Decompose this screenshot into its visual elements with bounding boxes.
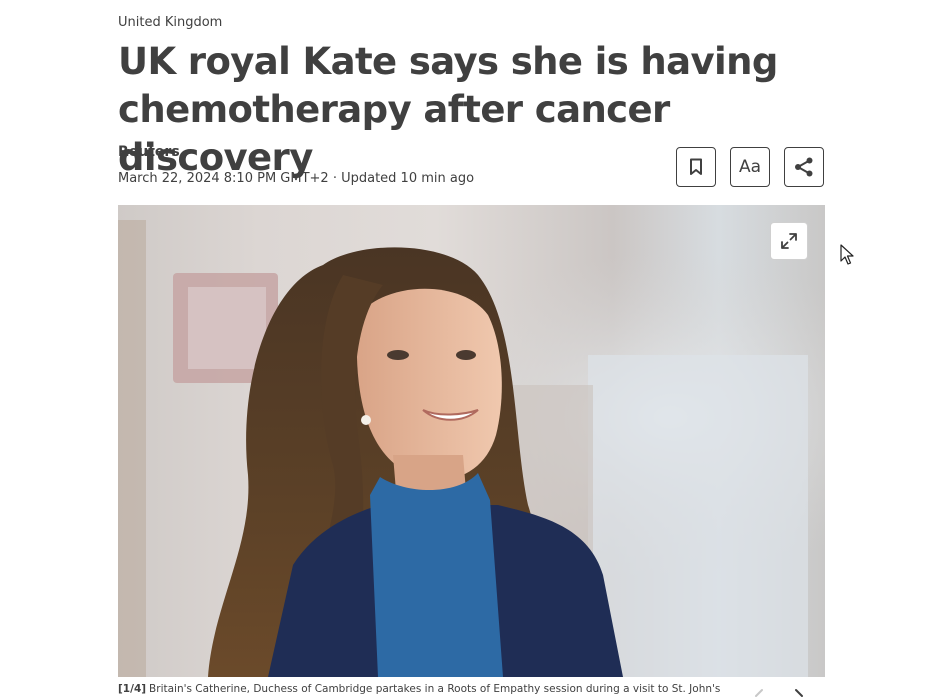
article-page: United Kingdom UK royal Kate says she is… bbox=[0, 0, 945, 698]
share-button[interactable] bbox=[784, 147, 824, 187]
photo-caption: [1/4] Britain's Catherine, Duchess of Cam… bbox=[118, 683, 738, 695]
expand-photo-button[interactable] bbox=[770, 222, 808, 260]
share-icon bbox=[795, 157, 813, 177]
font-size-button[interactable]: Aa bbox=[730, 147, 770, 187]
article-photo[interactable] bbox=[118, 205, 825, 677]
bookmark-button[interactable] bbox=[676, 147, 716, 187]
font-size-label: Aa bbox=[738, 157, 762, 177]
chevron-left-icon[interactable] bbox=[752, 688, 766, 698]
photo-navigation bbox=[752, 688, 812, 698]
chevron-right-icon[interactable] bbox=[792, 688, 806, 698]
photo-illustration bbox=[118, 205, 825, 677]
mouse-cursor-icon bbox=[840, 244, 854, 265]
section-link[interactable]: United Kingdom bbox=[118, 15, 222, 30]
caption-text: Britain's Catherine, Duchess of Cambridg… bbox=[149, 683, 721, 695]
publish-date: March 22, 2024 8:10 PM GMT+2 · Updated 1… bbox=[118, 171, 475, 186]
bookmark-icon bbox=[690, 158, 702, 175]
expand-icon bbox=[781, 233, 797, 249]
photo-counter: [1/4] bbox=[118, 683, 147, 695]
author-source[interactable]: Reuters bbox=[118, 144, 180, 160]
